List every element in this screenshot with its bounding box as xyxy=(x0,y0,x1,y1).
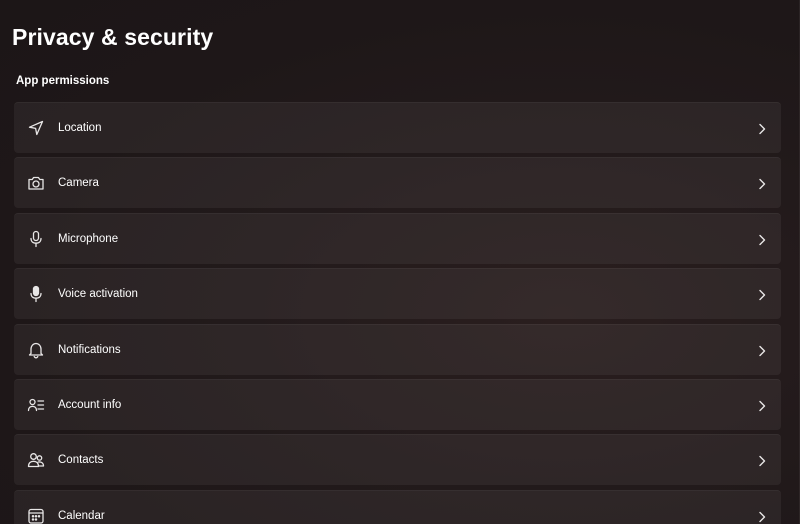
section-title: App permissions xyxy=(16,75,110,87)
setting-item-account-info[interactable]: Account info xyxy=(14,378,781,430)
setting-item-label: Calendar xyxy=(58,509,105,522)
chevron-right-icon xyxy=(757,177,767,190)
setting-item-voice-activation[interactable]: Voice activation xyxy=(14,268,781,320)
chevron-right-icon xyxy=(757,233,767,245)
chevron-right-icon xyxy=(757,344,767,356)
setting-item-location[interactable]: Location xyxy=(14,102,781,153)
setting-item-calendar[interactable]: Calendar xyxy=(14,489,781,524)
setting-item-contacts[interactable]: Contacts xyxy=(14,434,781,486)
location-icon xyxy=(27,119,45,137)
setting-item-label: Account info xyxy=(58,398,122,411)
setting-item-label: Location xyxy=(58,122,102,134)
voice-activation-icon xyxy=(27,285,45,303)
chevron-right-icon xyxy=(757,122,767,135)
calendar-icon xyxy=(27,507,45,524)
bell-icon xyxy=(27,341,45,359)
chevron-right-icon xyxy=(757,510,767,522)
setting-item-camera[interactable]: Camera xyxy=(14,157,781,209)
permissions-list: Location Camera Microphone Voice activat… xyxy=(14,102,781,524)
page-title: Privacy & security xyxy=(12,24,214,50)
settings-page: Privacy & security App permissions Locat… xyxy=(0,0,800,524)
contacts-icon xyxy=(27,451,45,469)
chevron-right-icon xyxy=(757,454,767,467)
chevron-right-icon xyxy=(757,288,767,301)
setting-item-label: Camera xyxy=(58,177,99,190)
camera-icon xyxy=(27,174,45,192)
setting-item-label: Contacts xyxy=(58,454,104,467)
setting-item-label: Microphone xyxy=(58,232,119,245)
setting-item-microphone[interactable]: Microphone xyxy=(14,212,781,264)
chevron-right-icon xyxy=(757,399,767,412)
account-info-icon xyxy=(27,396,45,414)
setting-item-label: Notifications xyxy=(58,343,121,356)
setting-item-notifications[interactable]: Notifications xyxy=(14,323,781,375)
microphone-icon xyxy=(27,230,45,248)
setting-item-label: Voice activation xyxy=(58,288,138,301)
